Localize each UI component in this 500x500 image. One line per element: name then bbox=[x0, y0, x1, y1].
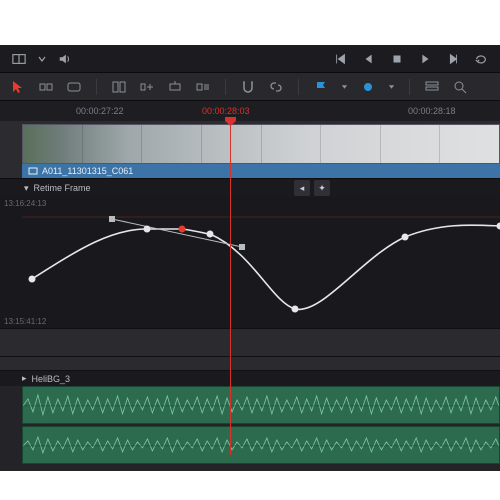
speaker-icon[interactable] bbox=[58, 52, 72, 66]
replace-clip-icon[interactable] bbox=[195, 79, 211, 95]
audio-clip-header[interactable]: ▸ HeliBG_3 bbox=[0, 371, 500, 386]
marker-icon[interactable] bbox=[360, 79, 376, 95]
overwrite-clip-icon[interactable] bbox=[167, 79, 183, 95]
flag-dropdown-icon[interactable] bbox=[341, 79, 348, 95]
track-gap bbox=[0, 357, 500, 371]
selected-keyframe[interactable] bbox=[179, 226, 186, 233]
audio-track-right[interactable] bbox=[22, 426, 500, 464]
insert-clip-icon[interactable] bbox=[139, 79, 155, 95]
viewer-layout-icon[interactable] bbox=[12, 52, 26, 66]
clip-media-icon bbox=[28, 166, 38, 176]
flag-icon[interactable] bbox=[313, 79, 329, 95]
marker-dropdown-icon[interactable] bbox=[388, 79, 395, 95]
ruler-timecode: 00:00:28:18 bbox=[408, 106, 456, 116]
viewer-playback-bar bbox=[0, 45, 500, 73]
ruler-timecode: 00:00:27:22 bbox=[76, 106, 124, 116]
audio-section: ▸ HeliBG_3 bbox=[0, 371, 500, 471]
keyframe-mode-button[interactable]: ✦ bbox=[314, 180, 330, 196]
video-clip[interactable] bbox=[22, 124, 500, 164]
step-forward-icon[interactable] bbox=[446, 52, 460, 66]
timeline-ruler[interactable]: 00:00:27:22 00:00:28:03 00:00:28:18 bbox=[0, 101, 500, 121]
stop-icon[interactable] bbox=[390, 52, 404, 66]
track-gap bbox=[0, 329, 500, 357]
retime-curve-header[interactable]: ▾ Retime Frame bbox=[0, 179, 500, 197]
selection-tool-icon[interactable] bbox=[10, 79, 26, 95]
step-back-icon[interactable] bbox=[362, 52, 376, 66]
blade-tool-icon[interactable] bbox=[111, 79, 127, 95]
retime-curve-area[interactable]: 13:16:24:13 13:15:41:12 bbox=[0, 197, 500, 328]
retime-curve[interactable] bbox=[22, 197, 500, 329]
zoom-slider-icon[interactable] bbox=[452, 79, 468, 95]
loop-icon[interactable] bbox=[474, 52, 488, 66]
timeline-view-options-icon[interactable] bbox=[424, 79, 440, 95]
clip-name-label: A011_11301315_C061 bbox=[42, 166, 133, 176]
video-track[interactable]: A011_11301315_C061 bbox=[0, 121, 500, 179]
chevron-down-icon[interactable] bbox=[38, 52, 46, 66]
play-icon[interactable] bbox=[418, 52, 432, 66]
waveform-icon bbox=[23, 427, 499, 464]
link-icon[interactable] bbox=[268, 79, 284, 95]
snap-magnet-icon[interactable] bbox=[240, 79, 256, 95]
keyframe-prev-button[interactable]: ◂ bbox=[294, 180, 310, 196]
chevron-down-icon: ▾ bbox=[24, 183, 29, 194]
waveform-icon bbox=[23, 387, 499, 424]
jump-to-start-icon[interactable] bbox=[334, 52, 348, 66]
chevron-right-icon: ▸ bbox=[22, 373, 27, 384]
audio-track-left[interactable] bbox=[22, 386, 500, 424]
dynamic-trim-tool-icon[interactable] bbox=[66, 79, 82, 95]
clip-title-bar[interactable]: A011_11301315_C061 bbox=[22, 164, 500, 178]
trim-edit-tool-icon[interactable] bbox=[38, 79, 54, 95]
retime-curve-panel: ▾ Retime Frame ◂ ✦ 13:16:24:13 13:15:41:… bbox=[0, 179, 500, 329]
audio-clip-name: HeliBG_3 bbox=[32, 374, 71, 384]
curve-label: Retime Frame bbox=[34, 183, 91, 193]
edit-tool-row bbox=[0, 73, 500, 101]
ruler-current-timecode: 00:00:28:03 bbox=[202, 106, 250, 116]
